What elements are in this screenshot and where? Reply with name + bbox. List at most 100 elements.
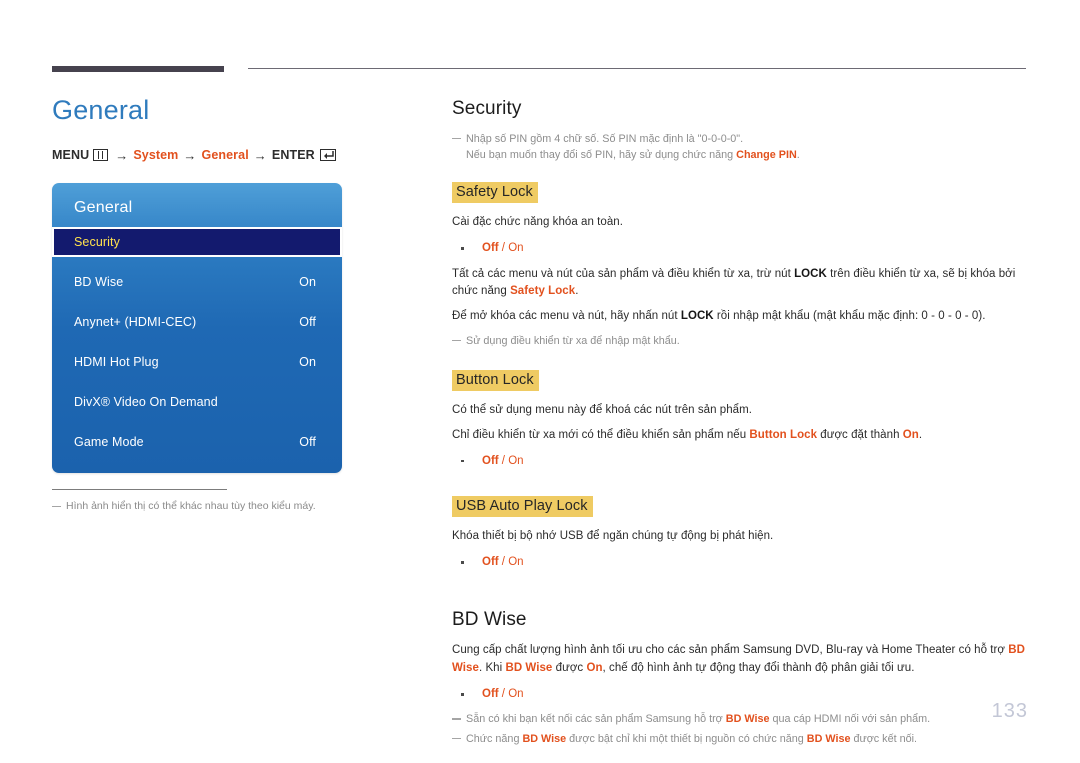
security-note-line1: Nhập số PIN gồm 4 chữ số. Số PIN mặc địn… xyxy=(466,133,744,145)
osd-panel-title: General xyxy=(74,198,133,216)
bd-wise-p1-g: , chế độ hình ảnh tự động thay đổi thành… xyxy=(602,662,915,675)
safety-lock-p2-a: Tất cả các menu và nút của sản phẩm và đ… xyxy=(452,267,795,280)
button-lock-p2-e: . xyxy=(918,429,923,442)
osd-item-game-mode[interactable]: Game Mode Off xyxy=(52,427,342,457)
security-note-line2-pre: Nếu bạn muốn thay đổi số PIN, hãy sử dụn… xyxy=(466,149,737,162)
option-off: Off xyxy=(482,242,499,255)
bd-wise-p1-f: On xyxy=(586,662,603,675)
bd-wise-note2-a: Chức năng xyxy=(466,732,523,745)
option-on: On xyxy=(508,242,524,255)
usb-auto-play-lock-p1: Khóa thiết bị bộ nhớ USB để ngăn chúng t… xyxy=(452,530,774,543)
safety-lock-p3-b: rồi nhập mật khẩu (mật khẩu mặc định: 0 … xyxy=(713,310,986,323)
bd-wise-note2-d: BD Wise xyxy=(806,732,851,745)
bd-wise-p1-a: Cung cấp chất lượng hình ảnh tối ưu cho … xyxy=(452,644,1009,657)
safety-lock-p3: Để mở khóa các menu và nút, hãy nhấn nút… xyxy=(452,308,1030,326)
security-note-line2-post: . xyxy=(796,149,800,162)
manual-page: General MENU → System → General → ENTER … xyxy=(0,0,1080,763)
menu-path-step-system: System xyxy=(133,148,179,163)
option-item: Off / On xyxy=(452,685,1030,703)
option-off: Off xyxy=(482,688,499,701)
right-column: Security Nhập số PIN gồm 4 chữ số. Số PI… xyxy=(452,98,1030,750)
osd-item-label: BD Wise xyxy=(74,274,124,289)
section-heading-bd-wise: BD Wise xyxy=(452,609,527,631)
osd-item-value: Off xyxy=(299,434,316,449)
osd-item-value: Off xyxy=(299,314,316,329)
button-lock-p2-c: được đặt thành xyxy=(817,429,903,442)
subsection-heading-safety-lock: Safety Lock xyxy=(452,182,538,204)
option-separator: / xyxy=(498,688,509,701)
option-on: On xyxy=(508,454,524,467)
left-footnote: Hình ảnh hiển thị có thể khác nhau tùy t… xyxy=(52,499,422,514)
header-rule-line xyxy=(248,68,1026,69)
option-separator: / xyxy=(498,556,509,569)
menu-path-menu-label: MENU xyxy=(52,148,90,163)
bd-wise-note2-c: được bật chỉ khi một thiết bị nguồn có c… xyxy=(566,732,807,745)
bd-wise-p1-c: . Khi xyxy=(478,662,506,675)
osd-item-divx-vod[interactable]: DivX® Video On Demand xyxy=(52,387,342,417)
button-lock-options: Off / On xyxy=(452,452,1030,470)
safety-lock-p3-lock: LOCK xyxy=(680,310,714,323)
safety-lock-options: Off / On xyxy=(452,239,1030,257)
usb-auto-play-lock-options: Off / On xyxy=(452,553,1030,571)
menu-path-arrow-2: → xyxy=(183,147,197,163)
bd-wise-note1-c: qua cáp HDMI nối với sản phẩm. xyxy=(769,713,931,726)
menu-path-step-general: General xyxy=(201,148,249,163)
menu-path-arrow-1: → xyxy=(115,147,129,163)
safety-lock-p1: Cài đặc chức năng khóa an toàn. xyxy=(452,216,624,229)
safety-lock-note-text: Sử dụng điều khiển từ xa để nhập mật khẩ… xyxy=(466,335,680,348)
menu-path-enter-label: ENTER xyxy=(271,148,315,163)
safety-lock-p2-lock: LOCK xyxy=(794,267,827,280)
osd-item-label: DivX® Video On Demand xyxy=(74,394,218,409)
note-dash-icon xyxy=(452,718,461,720)
option-item: Off / On xyxy=(452,239,1030,257)
option-item: Off / On xyxy=(452,452,1030,470)
note-dash-icon xyxy=(452,138,461,140)
osd-item-security[interactable]: Security xyxy=(52,226,342,257)
subsection-heading-button-lock: Button Lock xyxy=(452,370,539,392)
osd-item-label: HDMI Hot Plug xyxy=(74,354,159,369)
page-number: 133 xyxy=(991,700,1028,722)
osd-item-anynet[interactable]: Anynet+ (HDMI-CEC) Off xyxy=(52,307,342,337)
header-accent-bar xyxy=(52,66,224,72)
bd-wise-note1-a: Sẵn có khi bạn kết nối các sản phẩm Sams… xyxy=(466,713,726,726)
option-separator: / xyxy=(498,242,509,255)
menu-grid-icon xyxy=(93,149,109,162)
button-lock-p2-a: Chỉ điều khiển từ xa mới có thể điều khi… xyxy=(452,429,750,442)
osd-menu-panel[interactable]: General Security BD Wise On Anynet+ (HDM… xyxy=(52,182,342,473)
osd-item-value: On xyxy=(299,274,316,289)
safety-lock-p2-d: . xyxy=(575,285,579,298)
bd-wise-note1-b: BD Wise xyxy=(725,713,770,726)
button-lock-p2: Chỉ điều khiển từ xa mới có thể điều khi… xyxy=(452,427,1030,445)
option-on: On xyxy=(508,688,524,701)
subsection-heading-usb-auto-play-lock: USB Auto Play Lock xyxy=(452,496,593,518)
section-heading-security: Security xyxy=(452,98,522,119)
option-on: On xyxy=(508,556,524,569)
note-dash-icon xyxy=(452,737,461,740)
button-lock-p1: Có thể sử dụng menu này để khoá các nút … xyxy=(452,404,752,417)
bd-wise-note-1: Sẵn có khi bạn kết nối các sản phẩm Sams… xyxy=(452,711,1030,727)
osd-item-label: Security xyxy=(74,234,120,249)
osd-item-value: On xyxy=(299,354,316,369)
osd-item-hdmi-hot-plug[interactable]: HDMI Hot Plug On xyxy=(52,347,342,377)
left-footnote-text: Hình ảnh hiển thị có thể khác nhau tùy t… xyxy=(66,499,316,512)
bd-wise-p1-d: BD Wise xyxy=(505,662,553,675)
option-item: Off / On xyxy=(452,553,1030,571)
footnote-divider xyxy=(52,488,227,490)
note-dash-icon xyxy=(452,340,461,342)
page-title: General xyxy=(52,95,150,125)
osd-item-label: Game Mode xyxy=(74,434,144,449)
bd-wise-note2-b: BD Wise xyxy=(522,732,567,745)
option-off: Off xyxy=(482,556,499,569)
safety-lock-p2-c: Safety Lock xyxy=(510,285,576,298)
option-off: Off xyxy=(482,454,499,467)
safety-lock-p3-a: Để mở khóa các menu và nút, hãy nhấn nút xyxy=(452,310,681,323)
osd-item-bd-wise[interactable]: BD Wise On xyxy=(52,267,342,297)
option-separator: / xyxy=(498,454,509,467)
menu-path-arrow-3: → xyxy=(253,147,267,163)
bd-wise-note-2: Chức năng BD Wise được bật chỉ khi một t… xyxy=(452,731,1030,747)
bd-wise-p1-e: được xyxy=(552,662,587,675)
safety-lock-note: Sử dụng điều khiển từ xa để nhập mật khẩ… xyxy=(452,333,1030,349)
security-note: Nhập số PIN gồm 4 chữ số. Số PIN mặc địn… xyxy=(452,131,1030,163)
button-lock-p2-d: On xyxy=(902,429,919,442)
note-dash-icon xyxy=(52,505,61,508)
